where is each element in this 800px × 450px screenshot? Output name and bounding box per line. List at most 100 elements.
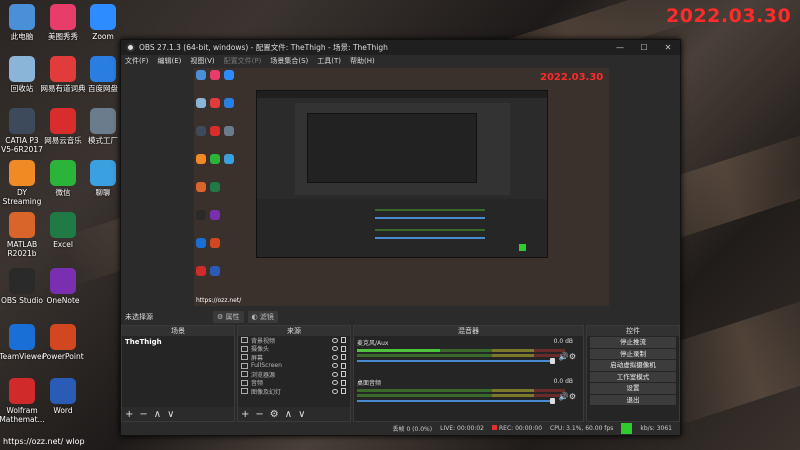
preview-nested-obs [256,90,548,258]
source-item[interactable]: 屏幕 [238,353,350,362]
control-button[interactable]: 工作室模式 [590,371,676,382]
menu-item[interactable]: 帮助(H) [350,56,375,66]
preview-word-icon [210,266,220,276]
window-title: OBS 27.1.3 (64-bit, windows) - 配置文件: The… [139,43,388,52]
preview-canvas[interactable]: 2022.03.30 https://ozz.net/ [194,68,609,306]
menu-item[interactable]: 工具(T) [317,56,341,66]
source-down-button[interactable]: ∨ [298,409,305,420]
preview-baidu-netdisk-icon [224,98,234,108]
close-button[interactable]: ✕ [656,43,680,52]
mixer-channel-db: 0.0 dB [553,378,573,385]
template-factory-icon [90,108,116,134]
visibility-eye-icon[interactable] [332,371,338,377]
desktop-shortcut[interactable]: OneNote [37,268,89,305]
volume-slider[interactable] [357,398,555,404]
scene-up-button[interactable]: ∧ [154,409,161,420]
lock-icon[interactable] [341,354,346,361]
volume-slider-handle[interactable] [550,358,555,364]
source-item[interactable]: 音频 [238,379,350,387]
preview-zoom-icon [224,70,234,80]
menu-bar: 文件(F) 编辑(E) 视图(V) 配置文件(P) 场景集合(S) 工具(T) 帮助(H) [121,55,680,67]
obs-window: OBS 27.1.3 (64-bit, windows) - 配置文件: The… [120,39,681,436]
volume-slider[interactable] [357,358,555,364]
visibility-eye-icon[interactable] [332,380,338,386]
source-type-icon [241,371,248,378]
teamviewer-icon [9,324,35,350]
matlab-icon [9,212,35,238]
control-button[interactable]: 启动虚拟摄像机 [590,360,676,371]
desktop-shortcut-label: Word [53,406,73,415]
preview-template-factory-icon [224,126,234,136]
source-type-icon [241,388,248,395]
title-bar: OBS 27.1.3 (64-bit, windows) - 配置文件: The… [121,40,680,55]
watermark-url: https://ozz.net/ wlop [3,437,85,446]
visibility-eye-icon[interactable] [332,388,338,394]
menu-item[interactable]: 配置文件(P) [224,56,262,66]
source-type-icon [241,362,248,369]
lock-icon[interactable] [341,379,346,386]
word-icon [50,378,76,404]
speaker-icon[interactable]: 🔊⚙ [559,392,576,401]
source-item[interactable]: 浏览器源 [238,370,350,379]
scene-item[interactable]: TheThigh [122,336,234,348]
menu-item[interactable]: 文件(F) [125,56,149,66]
volume-slider-handle[interactable] [550,398,555,404]
lock-icon[interactable] [341,345,346,352]
menu-item[interactable]: 场景集合(S) [270,56,308,66]
visibility-eye-icon[interactable] [332,354,338,360]
zoom-icon [90,4,116,30]
source-name: 屏幕 [251,354,264,362]
lock-icon[interactable] [341,388,346,395]
control-button[interactable]: 退出 [590,394,676,405]
source-item[interactable]: 图像及幻灯 [238,387,350,396]
menu-item[interactable]: 编辑(E) [158,56,182,66]
preview-footer: https://ozz.net/ [196,297,242,304]
preview-teamviewer-icon [196,238,206,248]
volume-meter [357,354,565,357]
source-settings-button[interactable]: ⚙ [270,409,279,420]
lock-icon[interactable] [341,337,346,344]
add-scene-button[interactable]: + [125,409,133,420]
speaker-icon[interactable]: 🔊⚙ [559,352,576,361]
preview-netease-music-icon [210,126,220,136]
obs-icon [9,268,35,294]
lock-icon[interactable] [341,371,346,378]
visibility-eye-icon[interactable] [332,337,338,343]
preview-obs-icon [196,210,206,220]
control-button[interactable]: 设置 [590,383,676,394]
dropped-frames: 丢帧 0 (0.0%) [392,425,433,433]
desktop-shortcut[interactable]: Excel [37,212,89,249]
menu-item[interactable]: 视图(V) [190,56,214,66]
filters-button[interactable]: ◐ 滤镜 [247,310,278,323]
properties-button[interactable]: ⚙ 属性 [213,310,244,323]
desktop-shortcut[interactable]: Word [37,378,89,415]
source-item[interactable]: 背景视频 [238,336,350,345]
bitrate: kb/s: 3061 [640,424,672,432]
recycle-bin-icon [9,56,35,82]
remove-source-button[interactable]: − [255,409,263,420]
mixer-channel-name: 麦克风/Aux [357,340,389,347]
control-button[interactable]: 停止推流 [590,337,676,348]
volume-meter [357,349,565,352]
onenote-icon [50,268,76,294]
preview-youdao-icon [210,98,220,108]
visibility-eye-icon[interactable] [332,363,338,369]
source-item[interactable]: FullScreen [238,362,350,371]
mixer-title: 混音器 [354,326,583,336]
source-up-button[interactable]: ∧ [285,409,292,420]
control-button[interactable]: 停止录制 [590,348,676,359]
desktop-shortcut[interactable]: PowerPoint [37,324,89,361]
scene-down-button[interactable]: ∨ [167,409,174,420]
visibility-eye-icon[interactable] [332,346,338,352]
lock-icon[interactable] [341,362,346,369]
desktop-shortcut-label: OneNote [46,296,80,305]
excel-icon [50,212,76,238]
maximize-button[interactable]: ☐ [632,43,656,52]
add-source-button[interactable]: + [241,409,249,420]
preview-meitu-icon [210,70,220,80]
source-item[interactable]: 摄像头 [238,345,350,353]
desktop-shortcut[interactable]: Zoom [77,4,129,41]
preview-recycle-bin-icon [196,98,206,108]
minimize-button[interactable]: — [608,43,632,52]
remove-scene-button[interactable]: − [139,409,147,420]
